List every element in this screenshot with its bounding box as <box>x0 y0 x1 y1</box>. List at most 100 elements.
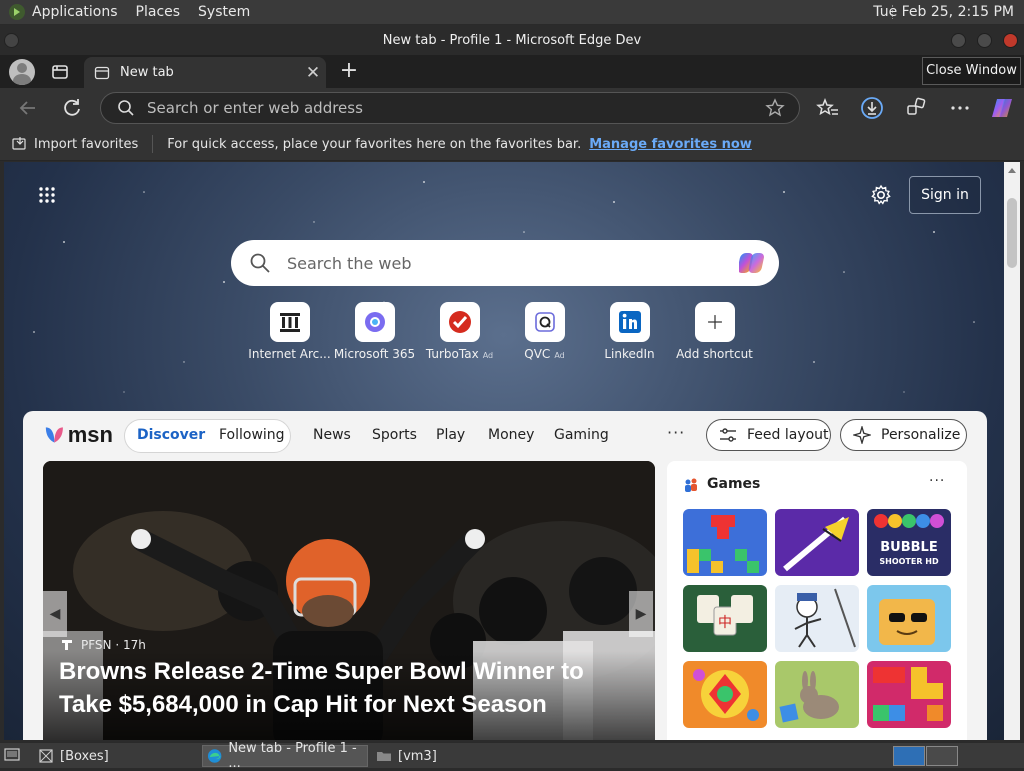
refresh-icon[interactable] <box>60 96 84 120</box>
maximize-button[interactable] <box>977 33 992 48</box>
favorites-divider <box>152 135 154 153</box>
m365-icon <box>354 302 395 342</box>
shortcut-internet-archive[interactable]: Internet Arc... <box>247 302 332 361</box>
gnome-foot-icon[interactable] <box>8 3 26 21</box>
workspace-2[interactable] <box>926 746 958 766</box>
nav-money[interactable]: Money <box>488 427 534 443</box>
game-tile-block-puzzle[interactable] <box>867 661 951 728</box>
block-puzzle-icon <box>873 667 943 721</box>
feed-layout-label: Feed layout <box>747 427 829 443</box>
hero-source-name: PFSN <box>81 638 112 652</box>
nav-play[interactable]: Play <box>436 427 465 443</box>
menu-system[interactable]: System <box>198 4 250 20</box>
game-tile-stickman[interactable] <box>775 585 859 652</box>
hero-story-card[interactable]: ◀ ▶ PFSN · 17h Browns Release 2-Time Sup… <box>43 461 655 740</box>
shortcut-label: LinkedIn <box>604 347 655 361</box>
taskbar-item-boxes[interactable]: [Boxes] <box>34 745 194 767</box>
hero-headline[interactable]: Browns Release 2-Time Super Bowl Winner … <box>59 655 619 721</box>
games-more-button[interactable]: ··· <box>929 473 945 489</box>
bunny-icon <box>779 671 839 723</box>
tab-discover[interactable]: Discover <box>137 427 205 443</box>
game-tile-tetris[interactable] <box>683 509 767 576</box>
game-tile-bubble-shooter[interactable]: BUBBLE SHOOTER HD <box>867 509 951 576</box>
settings-gear-icon[interactable] <box>870 184 892 206</box>
window-titlebar[interactable]: New tab - Profile 1 - Microsoft Edge Dev <box>0 25 1024 55</box>
more-menu-icon[interactable] <box>948 96 972 120</box>
feed-layout-button[interactable]: Feed layout <box>706 419 831 451</box>
tab-actions-icon[interactable] <box>49 61 71 83</box>
game-tile-jewel-match[interactable] <box>683 661 767 728</box>
minimize-button[interactable] <box>951 33 966 48</box>
nav-sports[interactable]: Sports <box>372 427 417 443</box>
paper-plane-icon <box>783 516 849 572</box>
back-arrow-icon[interactable] <box>16 96 40 120</box>
svg-text:SHOOTER HD: SHOOTER HD <box>879 557 939 566</box>
show-desktop-icon[interactable] <box>4 747 20 763</box>
shortcut-label: Add shortcut <box>676 347 753 361</box>
msn-logo[interactable]: msn <box>43 421 113 449</box>
scrollbar-thumb[interactable] <box>1007 198 1017 268</box>
game-tile-paper-plane[interactable] <box>775 509 859 576</box>
game-tile-mahjong[interactable]: 中 <box>683 585 767 652</box>
feed-tabs: Discover Following <box>124 419 291 453</box>
hero-age: · 17h <box>115 638 146 652</box>
personalize-label: Personalize <box>881 427 961 443</box>
extensions-icon[interactable] <box>904 96 928 120</box>
window-menu-button[interactable] <box>4 33 19 48</box>
add-favorite-star-icon[interactable] <box>765 98 785 118</box>
shortcut-qvc[interactable]: QVC Ad <box>502 302 587 361</box>
block-character-icon <box>879 599 935 645</box>
sign-in-button[interactable]: Sign in <box>909 176 981 214</box>
import-favorites-icon[interactable] <box>12 136 28 152</box>
nav-more-button[interactable]: ··· <box>667 423 685 442</box>
game-tile-bunny-puzzle[interactable] <box>775 661 859 728</box>
shortcut-microsoft-365[interactable]: Microsoft 365 <box>332 302 417 361</box>
msn-feed: msn Discover Following News Sports Play … <box>23 411 987 740</box>
hero-prev-arrow[interactable]: ◀ <box>43 591 67 637</box>
menu-applications[interactable]: Applications <box>32 4 118 20</box>
tab-close-icon[interactable]: ✕ <box>300 63 326 83</box>
hero-source: PFSN · 17h <box>59 637 146 653</box>
tab-new-tab[interactable]: New tab ✕ <box>84 57 326 88</box>
new-tab-button[interactable]: + <box>336 59 362 85</box>
web-search-box[interactable]: Search the web <box>231 240 779 286</box>
scroll-up-arrow[interactable] <box>1008 168 1016 173</box>
window-title: New tab - Profile 1 - Microsoft Edge Dev <box>382 32 642 48</box>
archive-icon <box>269 302 310 342</box>
nav-news[interactable]: News <box>313 427 351 443</box>
taskbar-item-edge[interactable]: New tab - Profile 1 - ... <box>202 741 368 771</box>
workspace-1[interactable] <box>893 746 925 766</box>
shortcut-label: Internet Arc... <box>248 347 331 361</box>
menu-places[interactable]: Places <box>136 4 181 20</box>
jewel-icon <box>693 669 759 721</box>
msn-text: msn <box>67 422 113 447</box>
clock[interactable]: Tue Feb 25, 2:15 PM <box>873 4 1014 20</box>
tab-label: New tab <box>120 65 174 80</box>
shortcut-linkedin[interactable]: LinkedIn <box>587 302 672 361</box>
downloads-icon[interactable] <box>860 96 884 120</box>
address-bar[interactable]: Search or enter web address <box>100 92 800 124</box>
close-window-button[interactable] <box>1003 33 1018 48</box>
nav-gaming[interactable]: Gaming <box>554 427 609 443</box>
source-logo-icon <box>62 640 72 650</box>
copilot-icon[interactable] <box>739 248 769 278</box>
msn-butterfly-icon <box>45 427 63 443</box>
game-tile-block-character[interactable] <box>867 585 951 652</box>
shortcut-turbotax[interactable]: TurboTax Ad <box>417 302 502 361</box>
page-scrollbar[interactable] <box>1004 162 1020 740</box>
tab-strip: New tab ✕ + <box>0 55 1024 88</box>
tab-following[interactable]: Following <box>219 427 285 443</box>
qvc-icon <box>524 302 565 342</box>
import-favorites-button[interactable]: Import favorites <box>34 137 138 152</box>
taskbar-item-vm3[interactable]: [vm3] <box>372 745 532 767</box>
os-top-panel: Applications Places System Tue Feb 25, 2… <box>0 0 1024 25</box>
copilot-icon[interactable] <box>990 96 1014 120</box>
profile-avatar[interactable] <box>9 58 35 85</box>
personalize-button[interactable]: Personalize <box>840 419 967 451</box>
shortcut-add[interactable]: Add shortcut <box>672 302 757 361</box>
mahjong-icon: 中 <box>697 595 753 636</box>
favorites-icon[interactable] <box>816 96 840 120</box>
apps-grid-icon[interactable] <box>38 186 56 204</box>
manage-favorites-link[interactable]: Manage favorites now <box>589 137 752 152</box>
hero-next-arrow[interactable]: ▶ <box>629 591 653 637</box>
